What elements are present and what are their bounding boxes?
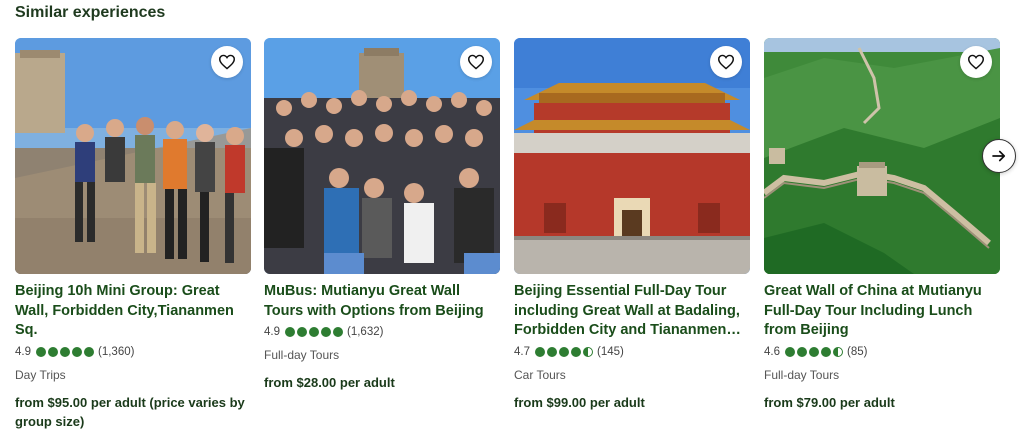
rating-dot-icon <box>559 346 569 357</box>
price-label: from $99.00 per adult <box>514 394 645 410</box>
save-favorite-button[interactable] <box>460 46 492 78</box>
card-image[interactable] <box>15 38 251 274</box>
heart-icon <box>467 54 485 70</box>
price-label: from $79.00 per adult <box>764 394 895 410</box>
category-label: Full-day Tours <box>764 367 840 382</box>
rating-dot-icon <box>297 327 307 337</box>
rating-dots <box>785 346 843 357</box>
price-label: from $28.00 per adult <box>264 375 395 390</box>
rating-half-dot-icon <box>583 346 593 357</box>
category-label: Car Tours <box>514 367 566 382</box>
rating-score: 4.9 <box>15 345 31 358</box>
rating-dot-icon <box>72 346 82 357</box>
rating-dots <box>535 346 593 357</box>
rating-row: 4.9 (1,360) <box>15 344 251 360</box>
category-label: Day Trips <box>15 367 66 382</box>
carousel-next-button[interactable] <box>982 139 1016 173</box>
rating-dot-icon <box>821 346 831 357</box>
rating-dot-icon <box>809 346 819 357</box>
card-title[interactable]: Great Wall of China at Mutianyu Full-Day… <box>764 282 1000 341</box>
card-title[interactable]: Beijing Essential Full-Day Tour includin… <box>514 282 750 341</box>
experience-card[interactable]: Beijing Essential Full-Day Tour includin… <box>514 38 750 412</box>
rating-score: 4.9 <box>264 326 280 338</box>
heart-icon <box>967 54 985 70</box>
rating-dot-icon <box>321 327 331 337</box>
experience-card[interactable]: Great Wall of China at Mutianyu Full-Day… <box>764 38 1000 412</box>
rating-row: 4.6 (85) <box>764 344 1000 360</box>
rating-row: 4.9 (1,632) <box>264 324 500 340</box>
card-image[interactable] <box>764 38 1000 274</box>
heart-icon <box>218 54 236 70</box>
rating-dot-icon <box>84 346 94 357</box>
rating-dots <box>285 327 343 337</box>
rating-score: 4.7 <box>514 345 530 358</box>
card-image[interactable] <box>514 38 750 274</box>
save-favorite-button[interactable] <box>710 46 742 78</box>
rating-dot-icon <box>797 346 807 357</box>
review-count: (85) <box>847 345 868 358</box>
heart-icon <box>717 54 735 70</box>
arrow-right-icon <box>992 150 1006 162</box>
save-favorite-button[interactable] <box>211 46 243 78</box>
rating-dot-icon <box>309 327 319 337</box>
rating-dot-icon <box>60 346 70 357</box>
rating-half-dot-icon <box>833 346 843 357</box>
card-image[interactable] <box>264 38 500 274</box>
review-count: (1,360) <box>98 345 135 358</box>
experience-card[interactable]: MuBus: Mutianyu Great Wall Tours with Op… <box>264 38 500 392</box>
rating-dot-icon <box>785 346 795 357</box>
rating-score: 4.6 <box>764 345 780 358</box>
rating-dots <box>36 346 94 357</box>
review-count: (145) <box>597 345 624 358</box>
rating-dot-icon <box>36 346 46 357</box>
rating-dot-icon <box>333 327 343 337</box>
rating-dot-icon <box>547 346 557 357</box>
save-favorite-button[interactable] <box>960 46 992 78</box>
rating-dot-icon <box>571 346 581 357</box>
category-label: Full-day Tours <box>264 348 340 362</box>
rating-row: 4.7 (145) <box>514 344 750 360</box>
section-title: Similar experiences <box>15 4 166 21</box>
review-count: (1,632) <box>347 326 384 338</box>
experience-card[interactable]: Beijing 10h Mini Group: Great Wall, Forb… <box>15 38 251 431</box>
card-title[interactable]: Beijing 10h Mini Group: Great Wall, Forb… <box>15 282 251 341</box>
card-title[interactable]: MuBus: Mutianyu Great Wall Tours with Op… <box>264 282 500 321</box>
rating-dot-icon <box>535 346 545 357</box>
rating-dot-icon <box>48 346 58 357</box>
price-label: from $95.00 per adult (price varies by g… <box>15 394 245 429</box>
rating-dot-icon <box>285 327 295 337</box>
